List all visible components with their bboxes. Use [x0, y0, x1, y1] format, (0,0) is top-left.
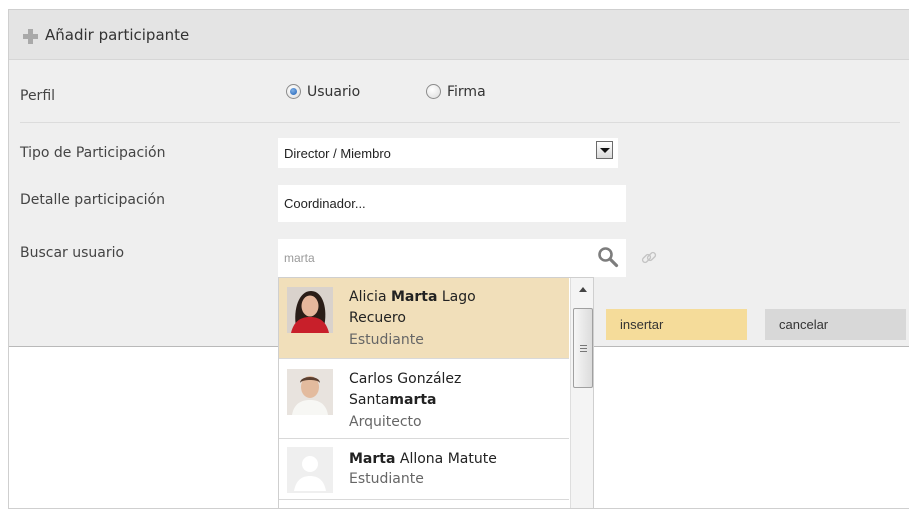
- result-name: Carlos González Santamarta: [349, 371, 462, 408]
- avatar: [287, 447, 333, 493]
- result-role: Arquitecto: [349, 414, 422, 430]
- divider: [20, 122, 900, 123]
- grip-line: [580, 351, 587, 352]
- radio-firma[interactable]: [426, 84, 441, 99]
- results-scrollbar[interactable]: [570, 278, 593, 508]
- scroll-up-arrow-icon[interactable]: [579, 287, 587, 292]
- user-search-results: Alicia Marta Lago Recuero Estudiante Car…: [278, 277, 594, 509]
- perfil-label: Perfil: [20, 88, 56, 104]
- avatar: [287, 369, 333, 415]
- search-result-item[interactable]: Marta Allona Matute Estudiante: [279, 440, 569, 500]
- insert-button[interactable]: insertar: [606, 309, 747, 340]
- result-role: Estudiante: [349, 471, 424, 487]
- tipo-participacion-label: Tipo de Participación: [20, 145, 166, 161]
- buscar-usuario-label: Buscar usuario: [20, 245, 125, 261]
- grip-line: [580, 345, 587, 346]
- radio-firma-label[interactable]: Firma: [447, 84, 486, 100]
- search-result-item[interactable]: Carlos González Santamarta Arquitecto: [279, 360, 569, 439]
- panel-header: Añadir participante: [9, 10, 909, 60]
- search-icon[interactable]: [597, 246, 619, 268]
- detalle-participacion-input[interactable]: Coordinador...: [278, 185, 626, 222]
- plus-icon: [23, 29, 38, 44]
- buscar-usuario-input[interactable]: marta: [278, 239, 626, 277]
- link-icon[interactable]: [640, 249, 658, 267]
- scrollbar-thumb[interactable]: [573, 308, 593, 388]
- result-name: Marta Allona Matute: [349, 451, 497, 467]
- detalle-participacion-label: Detalle participación: [20, 192, 165, 208]
- result-name: Alicia Marta Lago Recuero: [349, 289, 476, 326]
- grip-line: [580, 348, 587, 349]
- search-result-item[interactable]: Alicia Marta Lago Recuero Estudiante: [279, 278, 569, 359]
- add-participant-panel: Añadir participante Perfil Usuario Firma…: [8, 9, 909, 509]
- radio-usuario-label[interactable]: Usuario: [307, 84, 360, 100]
- result-role: Estudiante: [349, 332, 424, 348]
- chevron-down-icon[interactable]: [596, 141, 613, 159]
- avatar: [287, 287, 333, 333]
- tipo-participacion-select[interactable]: Director / Miembro: [278, 138, 618, 168]
- radio-usuario[interactable]: [286, 84, 301, 99]
- panel-title: Añadir participante: [45, 26, 190, 44]
- cancel-button[interactable]: cancelar: [765, 309, 906, 340]
